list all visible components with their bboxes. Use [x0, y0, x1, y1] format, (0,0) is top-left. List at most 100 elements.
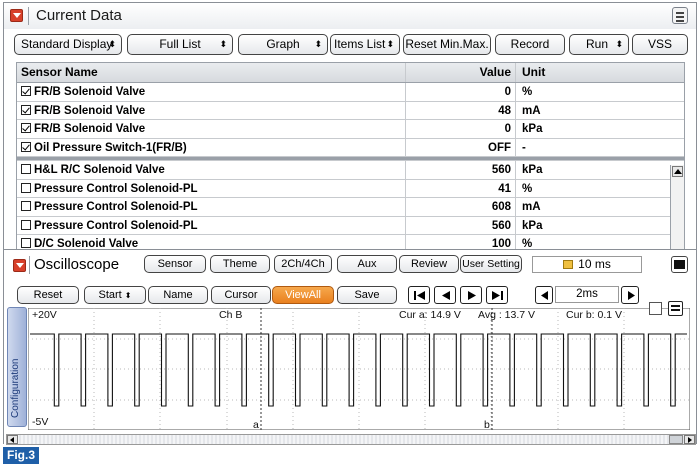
- grid-toggle-checkbox[interactable]: [649, 302, 662, 315]
- graph-dropdown[interactable]: Graph ⬍: [238, 34, 328, 55]
- page-title: Current Data: [36, 7, 122, 24]
- full-list-dropdown[interactable]: Full List ⬍: [127, 34, 233, 55]
- configuration-label: Configuration: [10, 358, 21, 418]
- row-checkbox[interactable]: [21, 164, 31, 174]
- row-checkbox[interactable]: [21, 201, 31, 211]
- row-checkbox[interactable]: [21, 86, 31, 96]
- collapse-icon[interactable]: [13, 259, 26, 272]
- table-row[interactable]: D/C Solenoid Valve 100 %: [17, 235, 684, 249]
- column-unit[interactable]: Unit: [515, 63, 675, 82]
- sensor-value: 560: [405, 161, 515, 179]
- sensor-name: FR/B Solenoid Valve: [34, 123, 146, 135]
- column-value[interactable]: Value: [405, 63, 515, 82]
- sensor-value: OFF: [405, 138, 515, 156]
- configuration-tab[interactable]: Configuration: [7, 307, 27, 427]
- tab-user-setting[interactable]: User Setting: [460, 255, 522, 273]
- scroll-up-icon[interactable]: [672, 166, 683, 177]
- row-checkbox[interactable]: [21, 182, 31, 193]
- sensor-name: Pressure Control Solenoid-PL: [34, 219, 198, 232]
- plot-bottom-label: -5V: [32, 416, 49, 428]
- header-divider: [29, 256, 30, 274]
- scroll-thumb[interactable]: [669, 435, 683, 444]
- run-dropdown[interactable]: Run ⬍: [569, 34, 629, 55]
- skip-end-icon[interactable]: [486, 286, 508, 304]
- cursor-b-marker: b: [484, 419, 490, 431]
- scroll-right-icon[interactable]: [684, 435, 695, 444]
- figure-label: Fig.3: [3, 447, 40, 464]
- time-scale-value: 2ms: [555, 286, 619, 303]
- scroll-left-icon[interactable]: [7, 435, 18, 444]
- viewall-button[interactable]: ViewAll: [272, 286, 334, 304]
- row-checkbox[interactable]: [21, 219, 31, 230]
- reset-minmax-button[interactable]: Reset Min.Max.: [403, 34, 491, 55]
- table-header: Sensor Name Value Unit: [17, 63, 684, 83]
- cursor-a-marker: a: [253, 419, 259, 431]
- channel-label: Ch B: [219, 309, 243, 321]
- sensor-value: 0: [405, 120, 515, 138]
- tab-review[interactable]: Review: [399, 255, 459, 273]
- step-back-icon[interactable]: [434, 286, 456, 304]
- header-divider: [28, 7, 29, 25]
- vss-button[interactable]: VSS: [632, 34, 688, 55]
- scale-increase-icon[interactable]: [621, 286, 639, 304]
- sensor-name: H&L R/C Solenoid Valve: [34, 164, 165, 176]
- table-row[interactable]: Pressure Control Solenoid-PL 560 kPa: [17, 216, 684, 235]
- average-readout: Avg : 13.7 V: [478, 309, 536, 321]
- menu-icon[interactable]: [672, 7, 688, 24]
- row-checkbox[interactable]: [21, 104, 31, 115]
- cursor-a-readout: Cur a: 14.9 V: [399, 309, 461, 321]
- sensor-unit: %: [515, 235, 675, 249]
- table-row[interactable]: FR/B Solenoid Valve 0 kPa: [17, 120, 684, 139]
- sensor-name: FR/B Solenoid Valve: [34, 86, 146, 98]
- save-button[interactable]: Save: [337, 286, 397, 304]
- standard-display-dropdown[interactable]: Standard Display ⬍: [14, 34, 122, 55]
- cursor-b-readout: Cur b: 0.1 V: [566, 309, 623, 321]
- table-scrollbar[interactable]: [670, 165, 684, 251]
- sensor-unit: -: [515, 138, 675, 156]
- sensor-value: 48: [405, 101, 515, 119]
- sensor-unit: kPa: [515, 120, 675, 138]
- table-row[interactable]: Oil Pressure Switch-1(FR/B) OFF -: [17, 138, 684, 157]
- table-row[interactable]: FR/B Solenoid Valve 0 %: [17, 83, 684, 102]
- maximize-icon[interactable]: [671, 256, 688, 273]
- sensor-name: Oil Pressure Switch-1(FR/B): [34, 141, 187, 154]
- tab-theme[interactable]: Theme: [210, 255, 270, 273]
- step-forward-icon[interactable]: [460, 286, 482, 304]
- row-checkbox[interactable]: [21, 141, 31, 152]
- app-window: Current Data Standard Display ⬍ Full List…: [3, 2, 697, 445]
- collapse-icon[interactable]: [10, 9, 23, 22]
- skip-start-icon[interactable]: [408, 286, 430, 304]
- plot-scrollbar[interactable]: [6, 434, 696, 445]
- dropdown-arrow-icon: ⬍: [386, 39, 394, 49]
- dropdown-arrow-icon: ⬍: [615, 39, 623, 49]
- waveform-canvas: [27, 307, 691, 431]
- reset-button[interactable]: Reset: [17, 286, 79, 304]
- start-dropdown[interactable]: Start ⬍: [84, 286, 146, 304]
- table-row[interactable]: FR/B Solenoid Valve 48 mA: [17, 101, 684, 120]
- plot-top-label: +20V: [32, 309, 57, 321]
- sensor-value: 41: [405, 179, 515, 197]
- sensor-unit: %: [515, 83, 675, 101]
- cursor-button[interactable]: Cursor: [211, 286, 271, 304]
- table-row[interactable]: H&L R/C Solenoid Valve 560 kPa: [17, 161, 684, 180]
- items-list-dropdown[interactable]: Items List ⬍: [330, 34, 400, 55]
- sensor-name: Pressure Control Solenoid-PL: [34, 201, 198, 213]
- tab-sensor[interactable]: Sensor: [144, 255, 206, 273]
- tab-2ch-4ch[interactable]: 2Ch/4Ch: [274, 255, 332, 273]
- scale-decrease-icon[interactable]: [535, 286, 553, 304]
- table-row[interactable]: Pressure Control Solenoid-PL 608 mA: [17, 198, 684, 217]
- row-checkbox[interactable]: [21, 123, 31, 133]
- sensor-name: FR/B Solenoid Valve: [34, 104, 146, 117]
- dropdown-arrow-icon: ⬍: [108, 39, 116, 49]
- display-mode-icon[interactable]: [668, 301, 683, 316]
- time-display: 10 ms: [532, 256, 642, 273]
- record-button[interactable]: Record: [495, 34, 565, 55]
- row-checkbox[interactable]: [21, 238, 31, 248]
- waveform-plot[interactable]: +20V -5V Ch B Cur a: 14.9 V Avg : 13.7 V…: [27, 301, 691, 431]
- tab-aux[interactable]: Aux: [337, 255, 397, 273]
- table-row[interactable]: Pressure Control Solenoid-PL 41 %: [17, 179, 684, 198]
- column-sensor-name[interactable]: Sensor Name: [21, 63, 401, 82]
- name-button[interactable]: Name: [148, 286, 208, 304]
- dropdown-arrow-icon: ⬍: [314, 39, 322, 49]
- sensor-unit: kPa: [515, 216, 675, 234]
